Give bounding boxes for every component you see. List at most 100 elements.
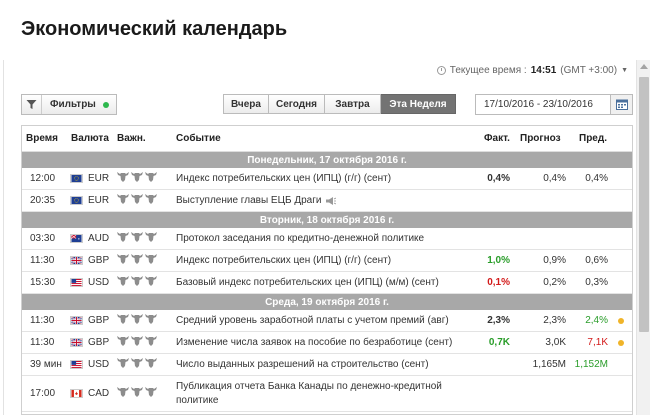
currency-cell: USD [70, 272, 109, 293]
tab-today[interactable]: Сегодня [269, 94, 325, 114]
actual-value: 2,3% [487, 315, 510, 326]
table-row[interactable]: 15:30 USD Базовый индекс потребительских ц… [22, 272, 632, 294]
current-time[interactable]: Текущее время : 14:51 (GMT +3:00) ▼ [436, 65, 628, 76]
currency-cell: GBP [70, 310, 109, 331]
previous-value: 0,6% [585, 255, 608, 266]
previous-value [568, 190, 608, 211]
event-time: 15:30 [30, 277, 56, 288]
filters-label: Фильтры [50, 99, 96, 110]
date-range-picker[interactable]: 17/10/2016 - 23/10/2016 [475, 94, 633, 115]
col-currency: Валюта [71, 133, 109, 144]
bull-icon [117, 314, 129, 327]
currency-cell: EUR [70, 168, 109, 189]
bull-icon [131, 172, 143, 185]
tab-yesterday[interactable]: Вчера [223, 94, 269, 114]
bull-icon [145, 358, 157, 371]
event-name[interactable]: Изменение числа заявок на пособие по без… [176, 332, 452, 353]
actual-value: 0,4% [487, 173, 510, 184]
importance-icons [117, 190, 157, 211]
filters-button[interactable]: Фильтры [21, 94, 117, 115]
table-row[interactable]: 11:30 GBP Изменение числа заявок на пособи… [22, 332, 632, 354]
au-flag-icon [70, 234, 83, 243]
event-name[interactable]: Число выданных разрешений на строительст… [176, 354, 429, 375]
date-range-input[interactable]: 17/10/2016 - 23/10/2016 [476, 95, 610, 114]
forecast-value [522, 228, 566, 249]
col-event: Событие [176, 133, 221, 144]
event-name[interactable]: Индекс потребительских цен (ИПЦ) (г/г) (… [176, 250, 391, 271]
event-name[interactable]: Средний уровень заработной платы с учето… [176, 310, 449, 331]
event-name-text: Индекс потребительских цен (ИПЦ) (г/г) (… [176, 255, 392, 266]
bull-icon [131, 254, 143, 267]
event-name[interactable]: Индекс потребительских цен (ИПЦ) (г/г) (… [176, 168, 391, 189]
importance-icons [117, 332, 157, 353]
event-name[interactable]: Выступление главы ЕЦБ Драги [176, 190, 337, 211]
forecast-value: 3,0K [545, 337, 566, 348]
scrollbar-thumb[interactable] [639, 77, 649, 332]
event-name-text: Выступление главы ЕЦБ Драги [176, 195, 322, 206]
bull-icon [117, 358, 129, 371]
us-flag-icon [70, 360, 83, 369]
bull-icon [131, 194, 143, 207]
filters-status-dot [102, 101, 109, 108]
bull-icon [131, 387, 143, 400]
currency-code: GBP [88, 255, 110, 266]
current-time-value: 14:51 [530, 65, 557, 76]
us-flag-icon [70, 278, 83, 287]
bull-icon [117, 254, 129, 267]
event-time: 12:00 [30, 173, 56, 184]
forecast-value [522, 190, 566, 211]
bull-icon [131, 336, 143, 349]
event-time: 39 мин [30, 359, 62, 370]
forecast-value: 1,165M [532, 359, 566, 370]
table-row[interactable]: 20:35 EUR Выступление главы ЕЦБ Драги [22, 190, 632, 212]
page-title: Экономический календарь [21, 18, 288, 40]
actual-value: 0,7K [488, 337, 510, 348]
period-tabs: Вчера Сегодня Завтра Эта Неделя [223, 94, 456, 114]
scrollbar[interactable] [636, 60, 650, 415]
bull-icon [145, 387, 157, 400]
importance-icons [117, 272, 157, 293]
event-name-text: Изменение числа заявок на пособие по без… [176, 337, 453, 348]
table-row[interactable]: 17:00 CAD Публикация отчета Банка Канады п… [22, 376, 632, 412]
event-name[interactable]: Публикация отчета Банка Канады по денежн… [176, 376, 442, 411]
gb-flag-icon [70, 316, 83, 325]
bull-icon [145, 314, 157, 327]
bull-icon [131, 232, 143, 245]
table-row[interactable]: 12:00 EUR Индекс потребительских цен (ИПЦ)… [22, 168, 632, 190]
forecast-value [522, 376, 566, 411]
currency-code: EUR [88, 173, 110, 184]
bull-icon [145, 276, 157, 289]
table-body: Понедельник, 17 октября 2016 г. 12:00 EUR И… [22, 152, 632, 412]
currency-code: GBP [88, 315, 110, 326]
table-row[interactable]: 03:30 AUD Протокол заседания по кредитно-д… [22, 228, 632, 250]
event-time: 03:30 [30, 233, 56, 244]
chevron-down-icon[interactable]: ▼ [621, 67, 628, 74]
table-row[interactable]: 11:30 GBP Средний уровень заработной платы… [22, 310, 632, 332]
currency-code: EUR [88, 195, 110, 206]
currency-cell: GBP [70, 332, 109, 353]
forecast-value: 0,4% [543, 173, 566, 184]
forecast-value: 0,2% [543, 277, 566, 288]
left-divider [3, 60, 4, 415]
col-time: Время [26, 133, 58, 144]
eu-flag-icon [70, 196, 83, 205]
funnel-icon [22, 95, 42, 114]
table-row[interactable]: 11:30 GBP Индекс потребительских цен (ИПЦ)… [22, 250, 632, 272]
tab-this-week[interactable]: Эта Неделя [381, 94, 456, 114]
previous-value: 2,4% [585, 315, 608, 326]
event-name[interactable]: Базовый индекс потребительских цен (ИПЦ)… [176, 272, 439, 293]
day-header: Понедельник, 17 октября 2016 г. [22, 152, 632, 168]
bull-icon [145, 254, 157, 267]
event-time: 17:00 [30, 388, 56, 399]
event-name[interactable]: Протокол заседания по кредитно-денежной … [176, 228, 424, 249]
bull-icon [145, 232, 157, 245]
scroll-up-icon[interactable] [640, 64, 648, 69]
calendar-icon[interactable] [610, 95, 632, 114]
table-row[interactable]: 39 мин USD Число выданных разрешений на ст… [22, 354, 632, 376]
event-name-line1: Публикация отчета Банка Канады по денежн… [176, 380, 442, 392]
bull-icon [145, 172, 157, 185]
tab-tomorrow[interactable]: Завтра [325, 94, 381, 114]
day-header: Вторник, 18 октября 2016 г. [22, 212, 632, 228]
bull-icon [131, 358, 143, 371]
bull-icon [145, 336, 157, 349]
